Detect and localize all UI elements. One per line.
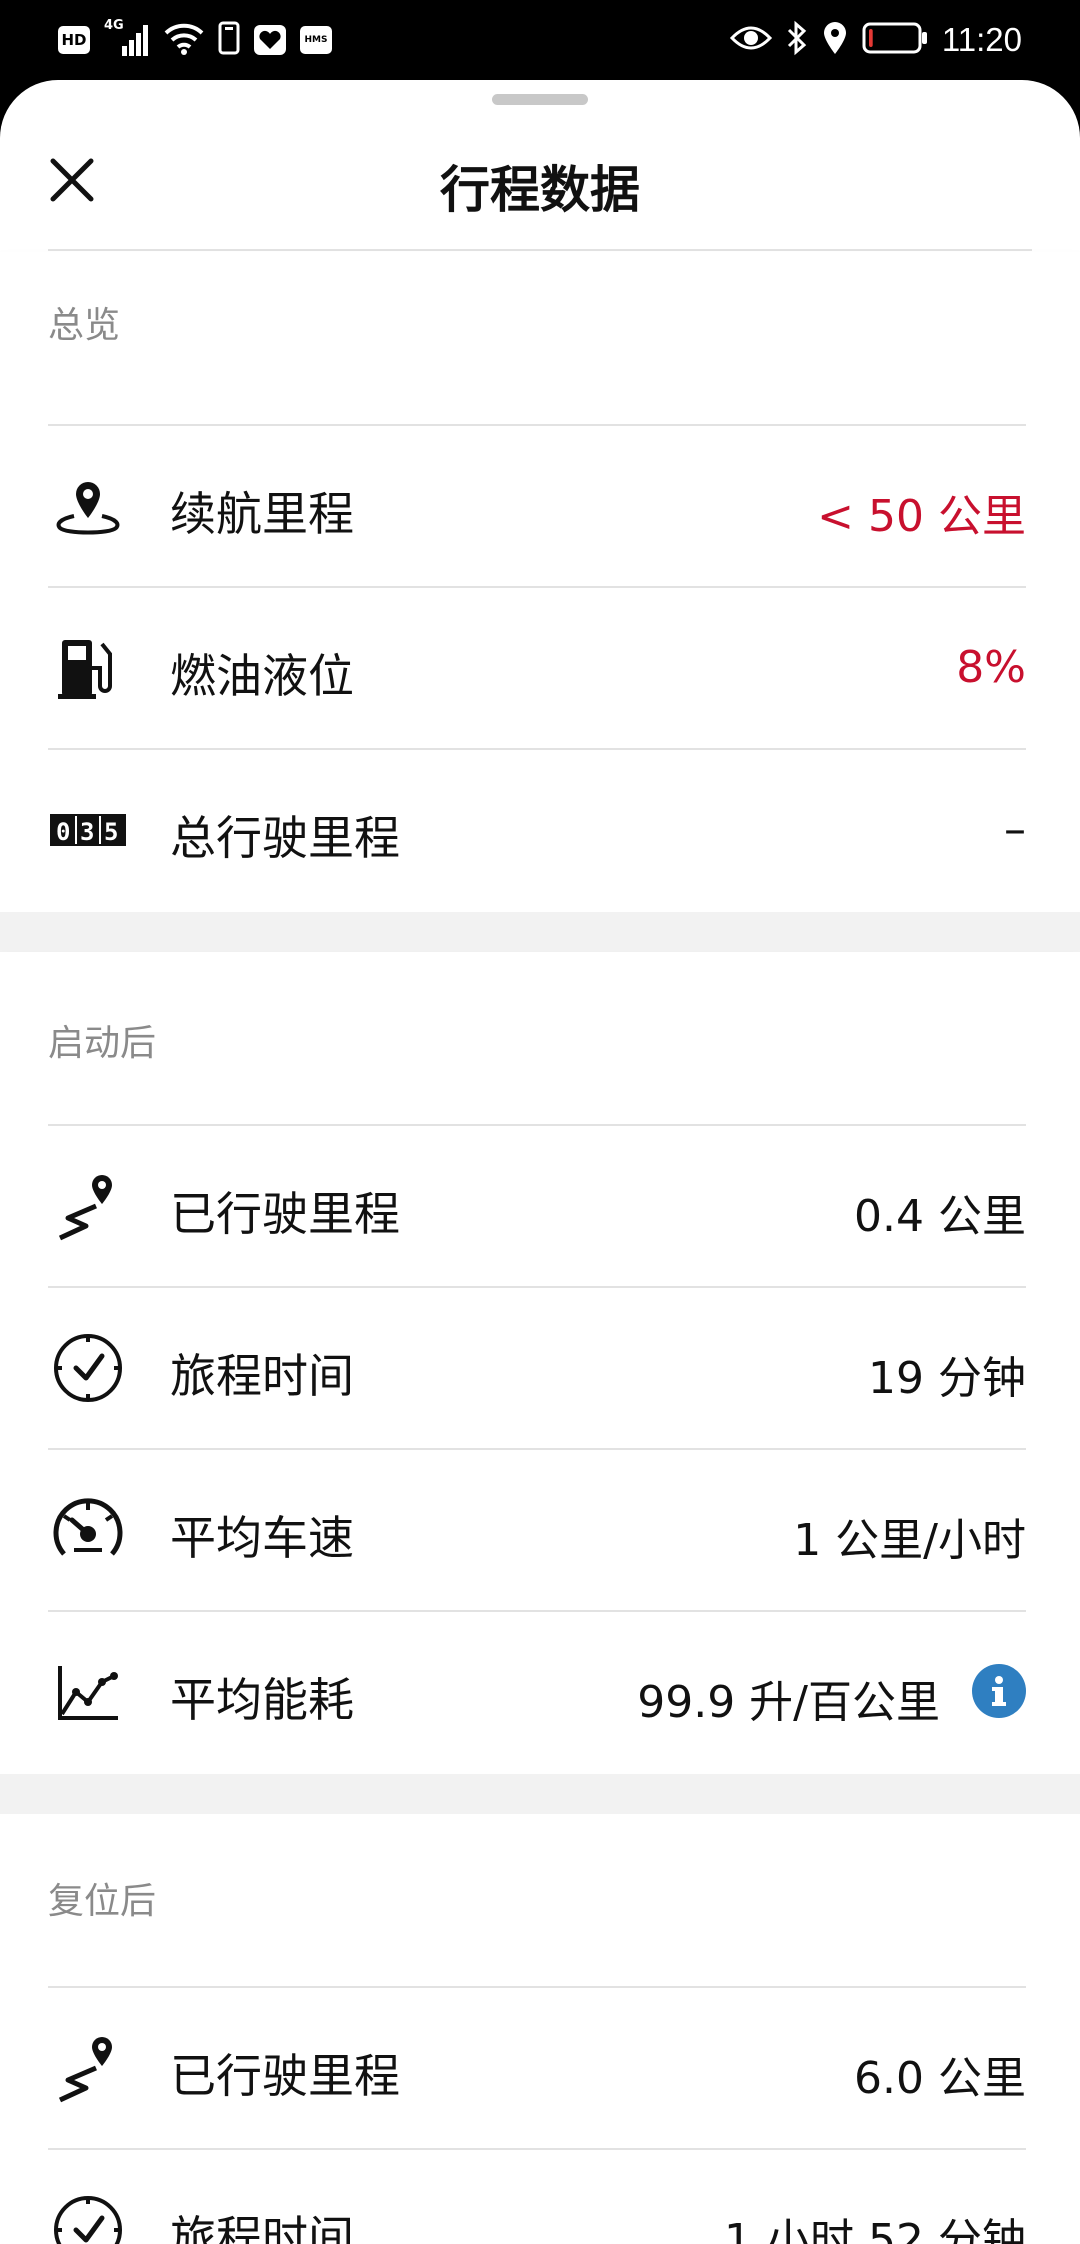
route-icon xyxy=(48,1166,128,1246)
wifi-icon xyxy=(164,21,204,59)
row-value: – xyxy=(1004,804,1026,855)
row-label: 旅程时间 xyxy=(170,2211,354,2244)
list-item-odometer[interactable]: 0 3 5 总行驶里程 – xyxy=(48,748,1026,910)
row-value: 1 小时 52 分钟 xyxy=(724,2215,1026,2244)
hms-icon: HMS xyxy=(300,26,332,54)
row-value: 6.0 公里 xyxy=(854,2053,1026,2104)
status-left-icons: HD 4G HMS xyxy=(58,18,332,59)
clock-icon xyxy=(48,2190,128,2244)
list-item-trip-time[interactable]: 旅程时间 19 分钟 xyxy=(48,1286,1026,1448)
sim-icon xyxy=(218,21,240,59)
battery-icon xyxy=(862,22,928,58)
info-icon xyxy=(992,1676,1006,1706)
section-label-overview: 总览 xyxy=(48,305,121,346)
list-item-trip-time[interactable]: 旅程时间 1 小时 52 分钟 xyxy=(48,2148,1026,2244)
bluetooth-icon xyxy=(786,20,808,60)
section-label-since-start: 启动后 xyxy=(48,1023,157,1064)
list-item-range[interactable]: 续航里程 < 50 公里 xyxy=(48,424,1026,586)
svg-text:3: 3 xyxy=(80,818,94,846)
row-label: 旅程时间 xyxy=(170,1349,354,1403)
since-reset-section: 复位后 已行驶里程 6.0 公里 旅程时间 1 小时 52 分钟 xyxy=(0,1814,1080,2244)
row-value: 0.4 公里 xyxy=(854,1191,1026,1242)
row-label: 续航里程 xyxy=(170,487,354,541)
location-icon xyxy=(822,21,848,59)
list-item-average-speed[interactable]: 平均车速 1 公里/小时 xyxy=(48,1448,1026,1610)
row-value: 8% xyxy=(956,642,1026,693)
signal-4g-icon: 4G xyxy=(104,18,150,58)
svg-text:0: 0 xyxy=(56,818,70,846)
list-item-distance[interactable]: 已行驶里程 0.4 公里 xyxy=(48,1124,1026,1286)
since-start-section: 启动后 已行驶里程 0.4 公里 旅程时间 19 分钟 平均车速 1 公里/小时… xyxy=(0,952,1080,1774)
section-label-since-reset: 复位后 xyxy=(48,1881,157,1922)
svg-text:5: 5 xyxy=(104,818,118,846)
row-value: 99.9 升/百公里 xyxy=(637,1677,940,1728)
title-divider xyxy=(48,249,1032,251)
drag-handle[interactable] xyxy=(492,94,588,105)
status-right-icons: 11:20 xyxy=(729,18,1022,62)
list-item-distance[interactable]: 已行驶里程 6.0 公里 xyxy=(48,1986,1026,2148)
list-item-fuel-level[interactable]: 燃油液位 8% xyxy=(48,586,1026,748)
list-item-average-consumption[interactable]: 平均能耗 99.9 升/百公里 xyxy=(48,1610,1026,1772)
row-label: 燃油液位 xyxy=(170,649,354,703)
page-title: 行程数据 xyxy=(440,161,640,219)
row-label: 总行驶里程 xyxy=(170,811,400,865)
row-value: 19 分钟 xyxy=(868,1353,1026,1404)
status-time: 11:20 xyxy=(941,21,1022,58)
range-location-icon xyxy=(48,466,128,546)
consumption-chart-icon xyxy=(48,1652,128,1732)
eye-icon xyxy=(729,24,772,56)
fuel-pump-icon xyxy=(48,628,128,708)
status-bar: HD 4G HMS 11:20 xyxy=(0,0,1080,80)
row-label: 平均车速 xyxy=(170,1511,354,1565)
trip-data-sheet: 行程数据 总览 续航里程 < 50 公里 燃油液位 8% 0 3 5 总行驶里程… xyxy=(0,80,1080,2244)
route-icon xyxy=(48,2028,128,2108)
row-label: 已行驶里程 xyxy=(170,2049,400,2103)
section-gap xyxy=(0,1774,1080,1814)
section-gap xyxy=(0,912,1080,952)
odometer-icon: 0 3 5 xyxy=(48,790,128,870)
row-label: 平均能耗 xyxy=(170,1673,354,1727)
info-button[interactable] xyxy=(972,1664,1026,1718)
clock-icon xyxy=(48,1328,128,1408)
row-value: 1 公里/小时 xyxy=(793,1515,1026,1566)
speedometer-icon xyxy=(48,1490,128,1570)
row-value: < 50 公里 xyxy=(817,491,1026,542)
health-icon xyxy=(254,25,286,55)
overview-section: 总览 续航里程 < 50 公里 燃油液位 8% 0 3 5 总行驶里程 – xyxy=(0,252,1080,912)
hd-icon: HD xyxy=(58,26,90,54)
row-label: 已行驶里程 xyxy=(170,1187,400,1241)
